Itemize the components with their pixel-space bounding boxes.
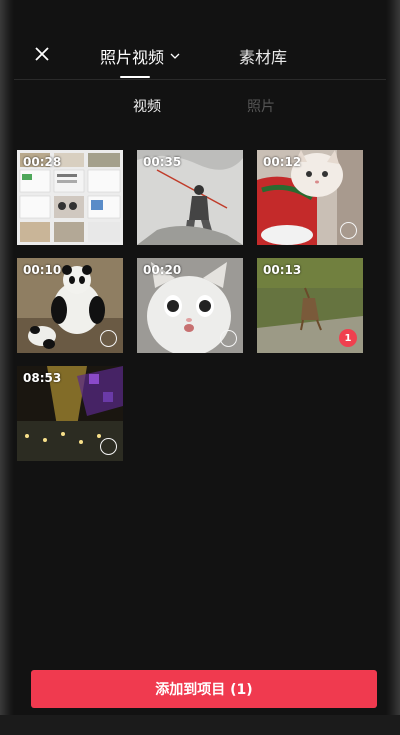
select-circle[interactable] — [100, 330, 117, 347]
media-tile[interactable]: 00:35 — [137, 150, 243, 245]
select-circle[interactable] — [340, 222, 357, 239]
header: 照片视频 素材库 — [14, 0, 386, 80]
video-duration: 00:12 — [263, 155, 302, 169]
media-type-tabs: 视频 照片 — [14, 96, 386, 120]
video-duration: 00:10 — [23, 263, 62, 277]
video-duration: 00:13 — [263, 263, 302, 277]
video-duration: 00:35 — [143, 155, 182, 169]
bottom-bezel — [0, 715, 400, 735]
close-icon — [35, 47, 49, 61]
tab-material-library-label: 素材库 — [239, 48, 288, 67]
video-duration: 00:20 — [143, 263, 182, 277]
media-tile[interactable]: 08:53 — [17, 366, 123, 461]
video-duration: 08:53 — [23, 371, 62, 385]
media-tile[interactable]: 00:10 — [17, 258, 123, 353]
tab-photo-video-label: 照片视频 — [100, 48, 165, 67]
phone-frame: 照片视频 素材库 视频 照片 00:28 00:35 00:12 00:10 0… — [0, 0, 400, 735]
media-tile[interactable]: 00:28 — [17, 150, 123, 245]
media-tile[interactable]: 00:13 1 — [257, 258, 363, 353]
select-circle[interactable] — [220, 330, 237, 347]
media-tile[interactable]: 00:12 — [257, 150, 363, 245]
subtab-photo[interactable]: 照片 — [247, 96, 275, 116]
header-divider — [14, 79, 386, 80]
video-duration: 00:28 — [23, 155, 62, 169]
chevron-down-icon — [170, 53, 180, 59]
media-tile[interactable]: 00:20 — [137, 258, 243, 353]
tab-material-library[interactable]: 素材库 — [239, 44, 287, 68]
close-button[interactable] — [28, 40, 56, 68]
select-circle[interactable] — [100, 438, 117, 455]
add-to-project-button[interactable]: 添加到项目 (1) — [31, 670, 377, 708]
active-tab-indicator — [120, 76, 150, 78]
selection-order-badge[interactable]: 1 — [339, 329, 357, 347]
tab-photo-video[interactable]: 照片视频 — [100, 44, 180, 68]
subtab-video[interactable]: 视频 — [133, 96, 161, 116]
